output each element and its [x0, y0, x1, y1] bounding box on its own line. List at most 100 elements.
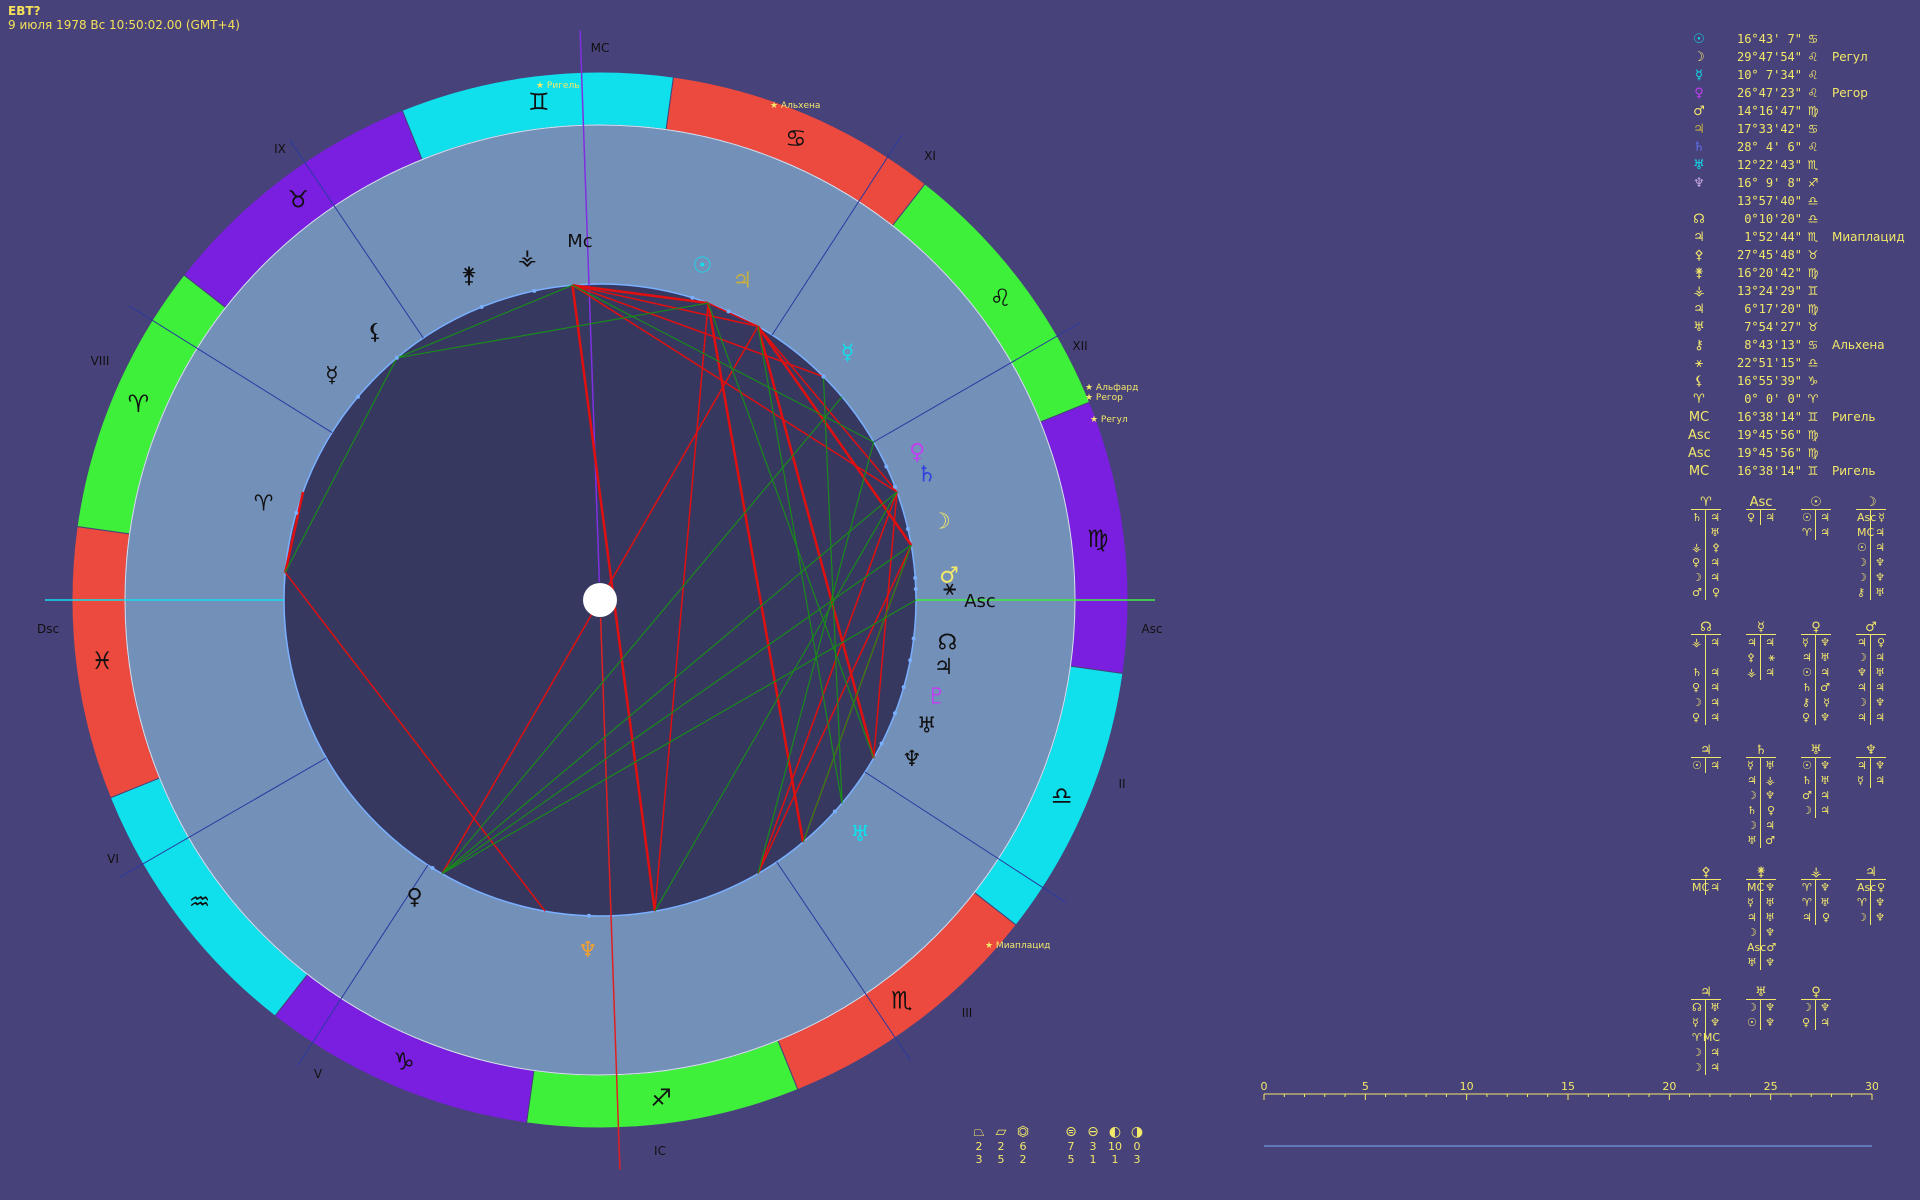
ruler-body: ☉ ♃ ♈ ♃: [1801, 509, 1831, 540]
planet-row: ♈ 0° 0' 0" ♈: [1688, 390, 1920, 408]
ruler-item: ♈ ♆: [1856, 895, 1886, 910]
planet-table-position: 10° 7'34": [1736, 68, 1802, 82]
ruler-column: ☽ Asc ☿ MC ♃ ☉ ♃ ☽ ♆ ☽ ♆ ⚷ ♅: [1853, 495, 1889, 600]
ruler-glyph: ♆: [1857, 666, 1867, 679]
dispositor-rulers-panel: ♈ ♄ ♃ ♅ ⚶ ⚴ ♀ ♃ ☽ ♃ ♂ ♀ Asc ♀ ♃ ☉ ☉ ♃ ♈ ♃ ☽ Asc ☿ MC ♃ ☉ ♃ ☽ ♆ ☽ ♆ ⚷ ♅ ☊ ⚶…: [1688, 495, 1920, 1075]
ruler-item: ⚷ ☿: [1801, 695, 1831, 710]
planet-positions-table: ☉ 16°43' 7" ♋ ☽ 29°47'54" ♌ Регул ☿ 10° 7'34" ♌ ♀ 2…: [1688, 30, 1920, 480]
ruler-glyph: ☽: [1692, 1046, 1702, 1059]
house-label-II: II: [1118, 777, 1125, 791]
natal-chart-wheel[interactable]: ♊♋♌♍♎♏♐♑♒♓♈♉ ☉♃☿♀♄☽♂⚹☊♃♇♅♆♅♆♀♈☿⚸⚵⚶McAsc …: [0, 0, 1180, 1200]
ruler-item: Asc ☿: [1856, 510, 1886, 525]
planet-table-sign: ♐: [1807, 176, 1819, 190]
ruler-item: ☽ ♆: [1801, 1000, 1831, 1015]
scale-tick-label: 15: [1561, 1080, 1575, 1093]
ruler-head: ♅: [1810, 743, 1822, 758]
ruler-glyph: ☽: [1802, 804, 1812, 817]
planet-glyph: ♃: [732, 268, 752, 293]
house-label-asc: Asc: [1141, 622, 1162, 636]
planet-glyph: ♀: [406, 885, 422, 910]
ruler-head: Asc: [1749, 495, 1773, 510]
ruler-glyph: ♃: [1710, 759, 1720, 772]
ruler-item: ♄ ♅: [1801, 773, 1831, 788]
scale-tick-label: 20: [1662, 1080, 1676, 1093]
aspect-stat: ⊜ 7 5: [1060, 1124, 1082, 1166]
ruler-glyph: ♄: [1802, 681, 1812, 694]
ruler-column: ⚶ ♈ ♆ ♈ ♅ ♃ ♀: [1798, 865, 1834, 925]
ruler-body: ☉ ♆ ♄ ♅ ♂ ♃ ☽ ♃: [1801, 757, 1831, 818]
planet-dot: [430, 865, 435, 870]
planet-table-glyph: ☉: [1693, 31, 1705, 47]
ruler-item: ♂ ♃: [1801, 788, 1831, 803]
ruler-glyph: ♄: [1692, 511, 1702, 524]
planet-table-sign: ♎: [1807, 356, 1819, 370]
ruler-glyph: ♅: [1765, 896, 1775, 909]
ruler-item: ☽ ♃: [1691, 1060, 1721, 1075]
planet-row: 13°57'40" ♎: [1688, 192, 1920, 210]
ruler-glyph: ♅: [1820, 774, 1830, 787]
aspect-stat: ⊖ 3 1: [1082, 1124, 1104, 1166]
aspect-stat-glyph: ⏢: [973, 1124, 985, 1140]
planet-glyph: ⚶: [518, 246, 537, 271]
fixed-star-label: ★ Альхена: [770, 101, 820, 111]
ruler-glyph: ♀: [1711, 586, 1720, 599]
planet-row: ♃ 6°17'20" ♍: [1688, 300, 1920, 318]
ruler-glyph: ♆: [1765, 789, 1775, 802]
ruler-head: ♂: [1865, 620, 1877, 635]
ruler-item: ☽ ♆: [1856, 910, 1886, 925]
aspect-stat-top: 2: [997, 1140, 1005, 1153]
ruler-glyph: ♃: [1747, 636, 1757, 649]
planet-table-sign: ♊: [1807, 464, 1819, 478]
planet-table-sign: ♍: [1807, 266, 1819, 280]
ruler-glyph: MC: [1692, 881, 1710, 894]
ruler-glyph: ♂: [1765, 834, 1775, 847]
aspect-stat-bottom: 3: [1133, 1153, 1141, 1166]
ruler-glyph: ☿: [1802, 636, 1809, 649]
fixed-star-label: ★ Альфард: [1085, 383, 1138, 393]
ruler-glyph: ♅: [1765, 759, 1775, 772]
ruler-item: ♈ ♅: [1801, 895, 1831, 910]
planet-table-sign: ♈: [1807, 392, 1819, 406]
planet-row: MC 16°38'14" ♊ Ригель: [1688, 462, 1920, 480]
fixed-star-label: ★ Миаплацид: [985, 941, 1050, 951]
ruler-glyph: ☽: [1747, 926, 1757, 939]
sign-glyph: ♍: [1087, 525, 1109, 553]
sign-glyph: ♉: [287, 185, 309, 213]
planet-row: ⚹ 22°51'15" ♎: [1688, 354, 1920, 372]
planet-dot: [908, 658, 913, 663]
ruler-item: ⚶ ♃: [1691, 635, 1721, 650]
ruler-item: ♃ ♃: [1856, 680, 1886, 695]
planet-row: ♄ 28° 4' 6" ♌: [1688, 138, 1920, 156]
ruler-item: ♈ ♆: [1801, 880, 1831, 895]
ruler-glyph: ♃: [1820, 511, 1830, 524]
ruler-body: ☽ ♆ ☉ ♆: [1746, 999, 1776, 1030]
ruler-column: ♈ ♄ ♃ ♅ ⚶ ⚴ ♀ ♃ ☽ ♃ ♂ ♀: [1688, 495, 1724, 600]
ruler-column: ☿ ♃ ♃ ⚴ ⚹ ⚶ ♃: [1743, 620, 1779, 680]
ruler-glyph: ♆: [1820, 711, 1830, 724]
planet-row: ♃ 1°52'44" ♏ Миаплацид: [1688, 228, 1920, 246]
wheel-asc-label: Asc: [964, 591, 996, 612]
ruler-body: ♄ ♃ ♅ ⚶ ⚴ ♀ ♃ ☽ ♃ ♂ ♀: [1691, 509, 1721, 600]
ruler-body: MC ♃: [1691, 879, 1721, 895]
ruler-glyph: ♃: [1710, 881, 1720, 894]
ruler-glyph: ♃: [1765, 511, 1775, 524]
ruler-head: ♃: [1700, 985, 1712, 1000]
ruler-item: ☿ ♆: [1801, 635, 1831, 650]
planet-table-position: 17°33'42": [1736, 122, 1802, 136]
planet-table-star: Регул: [1832, 50, 1868, 64]
ruler-glyph: ♀: [1821, 911, 1830, 924]
planet-dot: [355, 394, 360, 399]
planet-dot: [901, 685, 906, 690]
ruler-glyph: ♅: [1710, 1001, 1720, 1014]
ruler-glyph: ♆: [1875, 556, 1885, 569]
ruler-glyph: ♃: [1710, 511, 1720, 524]
ruler-glyph: ☽: [1692, 571, 1702, 584]
ruler-glyph: ♃: [1820, 526, 1830, 539]
ruler-item: ☿ ♅: [1746, 895, 1776, 910]
planet-row: ☿ 10° 7'34" ♌: [1688, 66, 1920, 84]
ruler-glyph: ♀: [1766, 804, 1775, 817]
ruler-glyph: ♅: [1765, 911, 1775, 924]
planet-row: ⚴ 27°45'48" ♉: [1688, 246, 1920, 264]
planet-row: ♀ 26°47'23" ♌ Регор: [1688, 84, 1920, 102]
ruler-glyph: ♃: [1710, 711, 1720, 724]
